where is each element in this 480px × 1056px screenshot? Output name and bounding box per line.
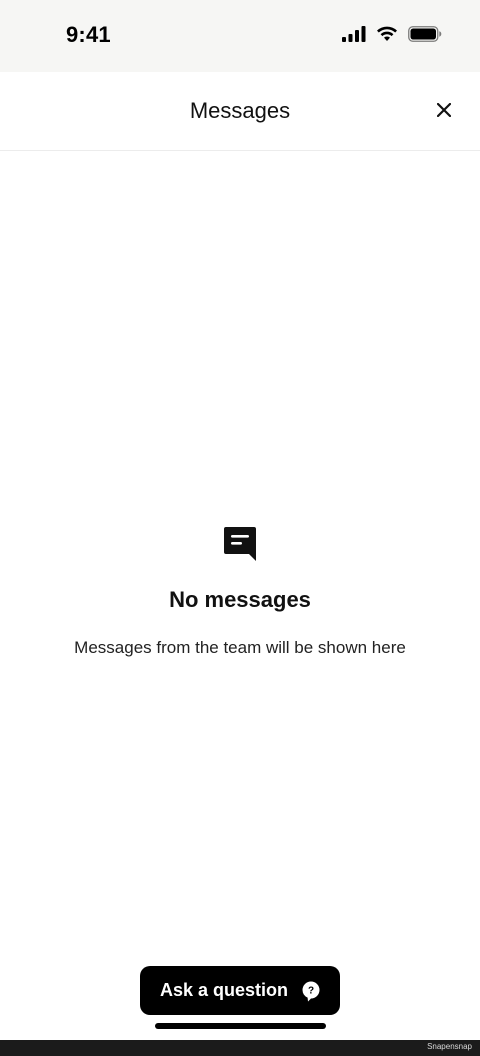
- bottom-bar: Snapensnap: [0, 1040, 480, 1056]
- cellular-signal-icon: [342, 26, 366, 42]
- empty-title: No messages: [169, 587, 311, 612]
- wifi-icon: [377, 26, 397, 41]
- home-indicator: [155, 1023, 326, 1029]
- ask-question-label: Ask a question: [160, 980, 289, 1000]
- status-icons: [342, 26, 442, 42]
- close-icon: [437, 103, 451, 117]
- battery-icon: [408, 26, 442, 42]
- empty-subtitle: Messages from the team will be shown her…: [74, 638, 406, 657]
- page-title: Messages: [189, 98, 291, 123]
- close-button[interactable]: [434, 100, 454, 120]
- status-time: 9:41: [66, 22, 111, 47]
- header: Messages: [0, 72, 480, 151]
- watermark: Snapensnap: [427, 1042, 472, 1051]
- status-bar: 9:41: [0, 0, 480, 72]
- ask-question-button[interactable]: Ask a question ?: [140, 966, 340, 1015]
- question-bubble-icon: ?: [302, 981, 320, 1002]
- chat-bubble-icon: [224, 527, 256, 561]
- empty-state: No messages Messages from the team will …: [0, 526, 480, 658]
- svg-text:?: ?: [308, 985, 314, 996]
